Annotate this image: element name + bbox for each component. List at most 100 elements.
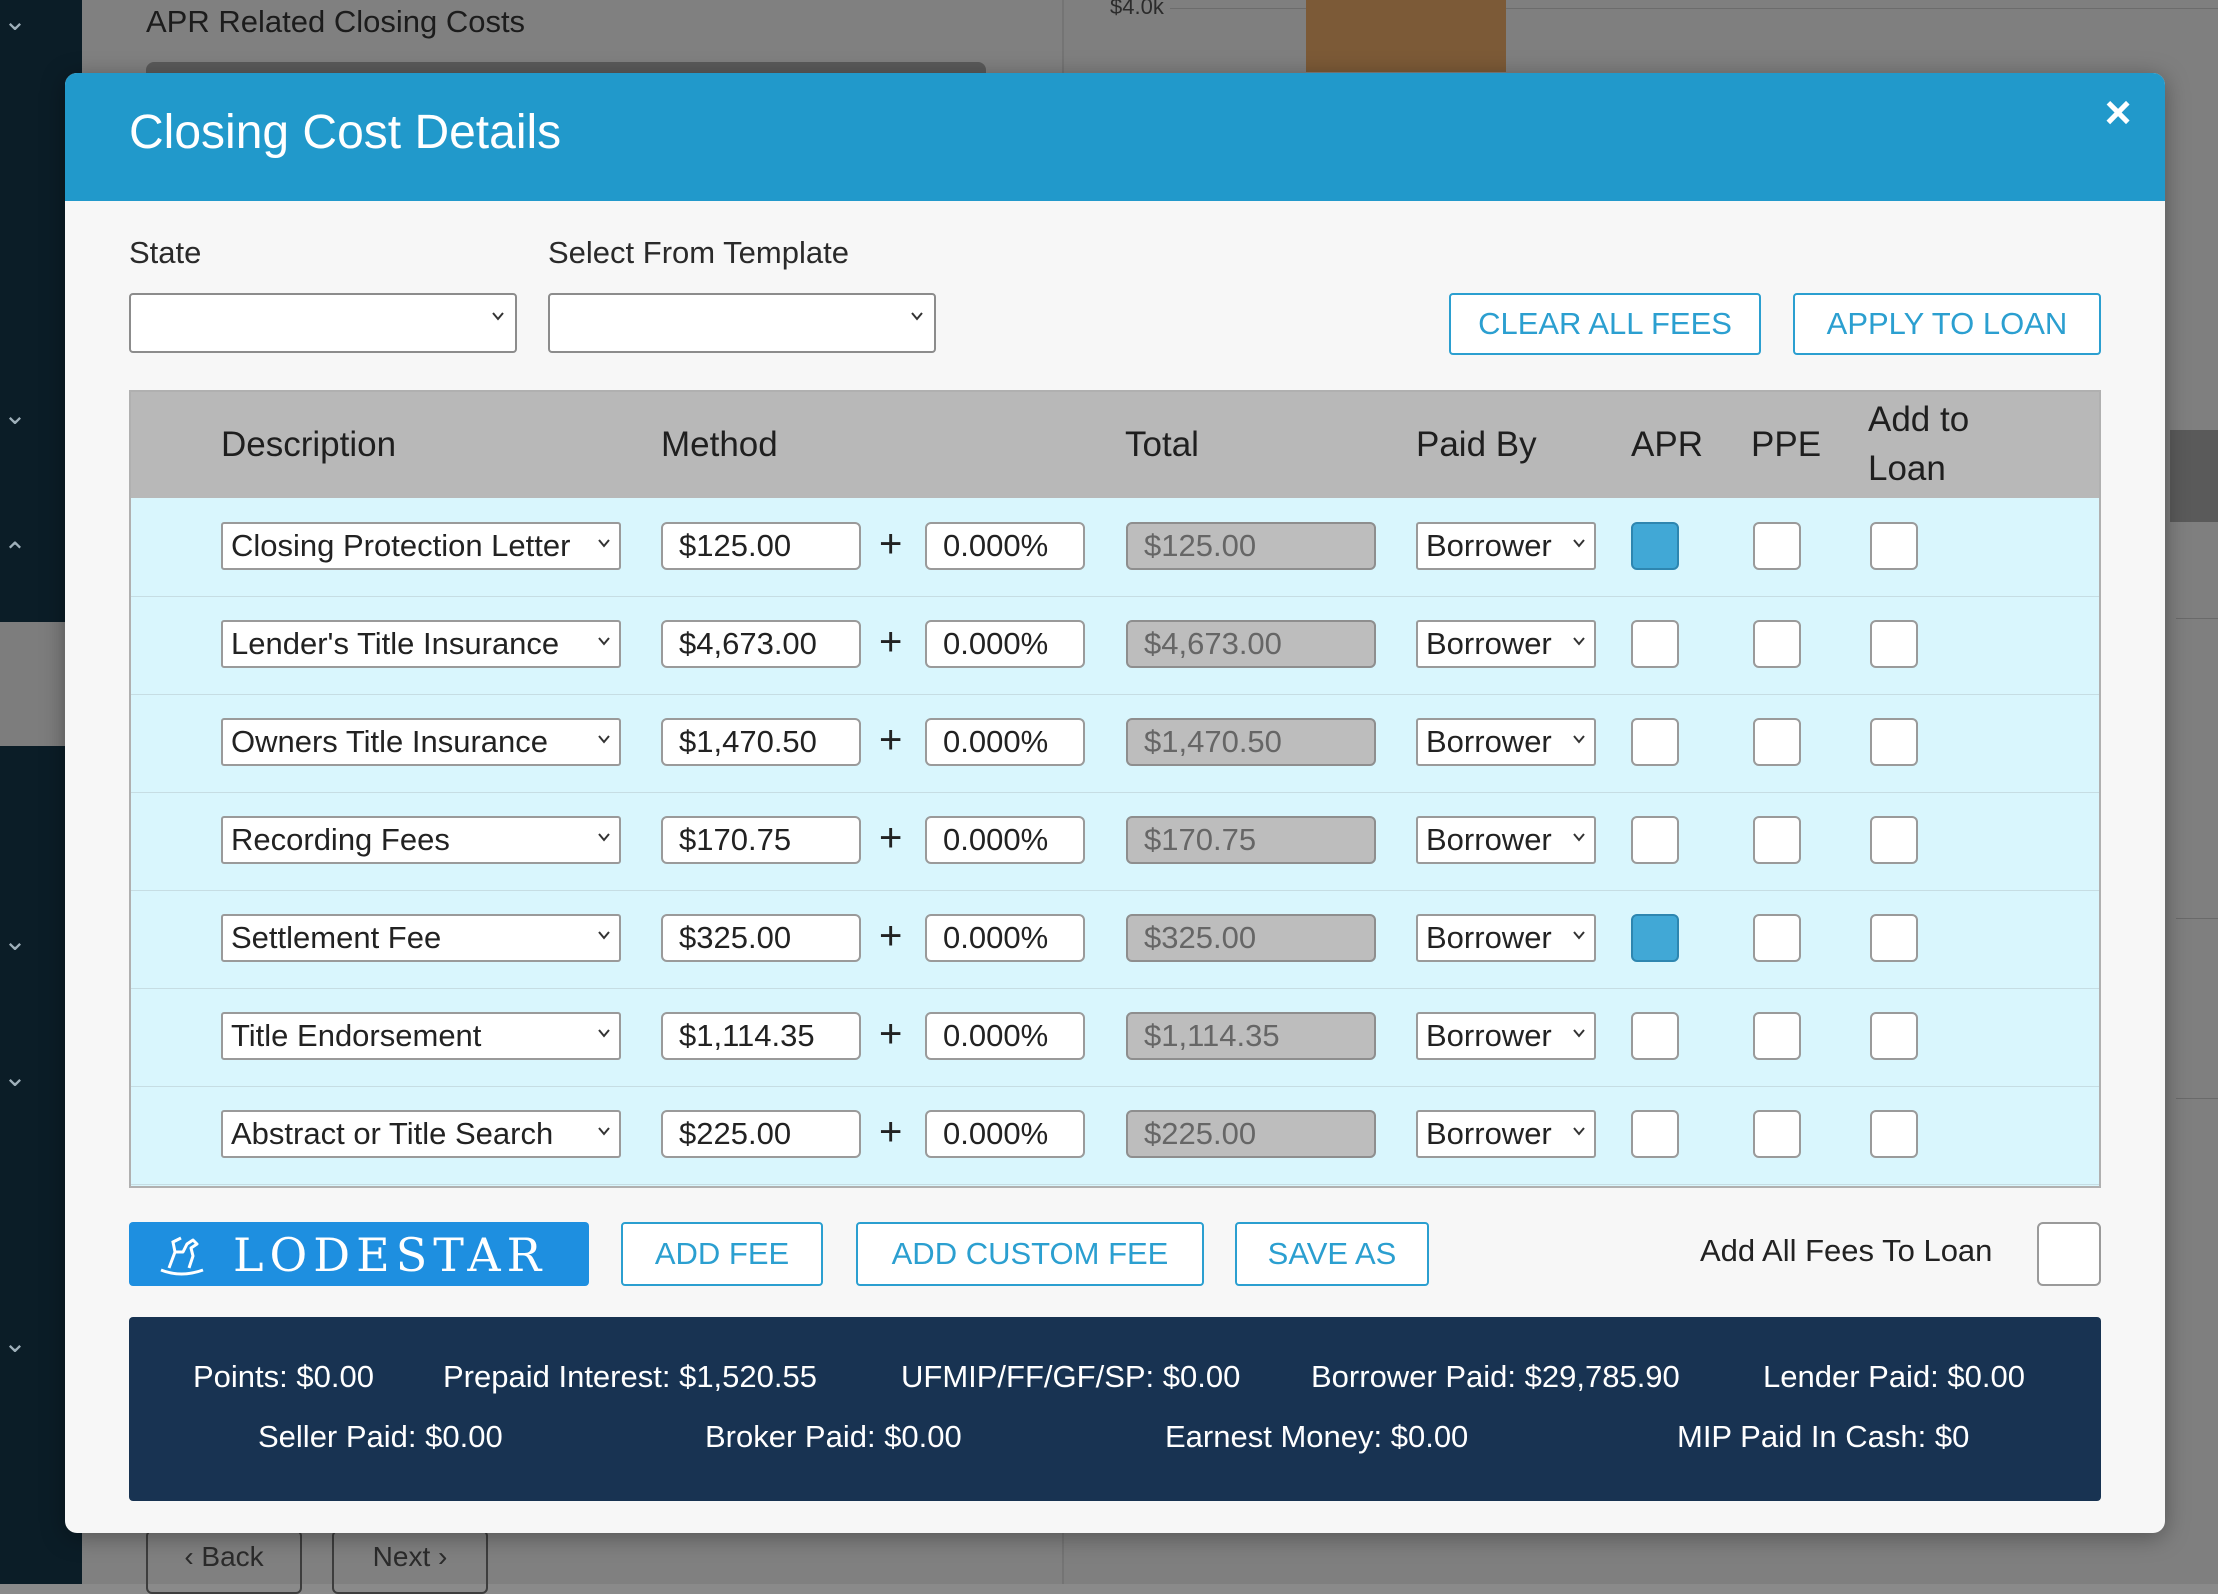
- ppe-checkbox[interactable]: [1753, 1110, 1801, 1158]
- paid-by-select[interactable]: Borrower: [1416, 914, 1596, 962]
- chevron-down-icon: [598, 833, 610, 842]
- close-icon[interactable]: ×: [2093, 87, 2143, 137]
- table-row: Closing Protection Letter $125.00 +0.000% $…: [131, 498, 2099, 597]
- paid-by-select[interactable]: Borrower: [1416, 522, 1596, 570]
- fee-description-select[interactable]: Recording Fees: [221, 816, 621, 864]
- fee-percent-input[interactable]: 0.000%: [925, 816, 1085, 864]
- chevron-down-icon: [598, 735, 610, 744]
- fee-total-field: $125.00: [1126, 522, 1376, 570]
- fee-percent-input[interactable]: 0.000%: [925, 1012, 1085, 1060]
- add-to-loan-checkbox[interactable]: [1870, 1110, 1918, 1158]
- fee-amount-input[interactable]: $225.00: [661, 1110, 861, 1158]
- chevron-down-icon: [598, 539, 610, 548]
- fee-amount-input[interactable]: $1,114.35: [661, 1012, 861, 1060]
- state-label: State: [129, 235, 202, 270]
- add-to-loan-checkbox[interactable]: [1870, 718, 1918, 766]
- apr-checkbox[interactable]: [1631, 522, 1679, 570]
- save-as-button[interactable]: SAVE AS: [1235, 1222, 1429, 1286]
- chevron-down-icon[interactable]: ⌄: [0, 924, 30, 957]
- fee-percent-input[interactable]: 0.000%: [925, 620, 1085, 668]
- col-ppe: PPE: [1751, 425, 1822, 464]
- next-button[interactable]: Next ›: [332, 1530, 488, 1594]
- ppe-checkbox[interactable]: [1753, 914, 1801, 962]
- paid-by-value: Borrower: [1426, 724, 1552, 759]
- paid-by-select[interactable]: Borrower: [1416, 816, 1596, 864]
- table-row: Title Endorsement $1,114.35 +0.000% $1,114.…: [131, 988, 2099, 1087]
- chevron-down-icon[interactable]: ⌄: [0, 398, 30, 431]
- fee-percent-input[interactable]: 0.000%: [925, 522, 1085, 570]
- summary-mip-paid-in-cash: MIP Paid In Cash: $0: [1677, 1419, 1970, 1454]
- fee-description-select[interactable]: Lender's Title Insurance: [221, 620, 621, 668]
- chevron-down-icon: [598, 637, 610, 646]
- fee-amount-input[interactable]: $125.00: [661, 522, 861, 570]
- add-to-loan-checkbox[interactable]: [1870, 914, 1918, 962]
- paid-by-select[interactable]: Borrower: [1416, 620, 1596, 668]
- add-all-fees-checkbox[interactable]: [2037, 1222, 2101, 1286]
- fee-percent-input[interactable]: 0.000%: [925, 914, 1085, 962]
- plus-sign: +: [879, 914, 903, 958]
- paid-by-select[interactable]: Borrower: [1416, 1012, 1596, 1060]
- fee-amount-input[interactable]: $1,470.50: [661, 718, 861, 766]
- apr-checkbox[interactable]: [1631, 816, 1679, 864]
- fee-percent-input[interactable]: 0.000%: [925, 718, 1085, 766]
- paid-by-value: Borrower: [1426, 528, 1552, 563]
- paid-by-select[interactable]: Borrower: [1416, 718, 1596, 766]
- ppe-checkbox[interactable]: [1753, 1012, 1801, 1060]
- apr-checkbox[interactable]: [1631, 914, 1679, 962]
- fee-percent-input[interactable]: 0.000%: [925, 1110, 1085, 1158]
- fee-amount-input[interactable]: $325.00: [661, 914, 861, 962]
- back-button[interactable]: ‹ Back: [146, 1530, 302, 1594]
- state-select[interactable]: [129, 293, 517, 353]
- col-method: Method: [661, 425, 778, 464]
- ppe-checkbox[interactable]: [1753, 620, 1801, 668]
- chevron-down-icon[interactable]: ⌄: [0, 4, 30, 37]
- paid-by-select[interactable]: Borrower: [1416, 1110, 1596, 1158]
- clear-all-fees-button[interactable]: CLEAR ALL FEES: [1449, 293, 1761, 355]
- table-row: Owners Title Insurance $1,470.50 +0.000% $1…: [131, 694, 2099, 793]
- fee-description-select[interactable]: Owners Title Insurance: [221, 718, 621, 766]
- fee-amount-input[interactable]: $4,673.00: [661, 620, 861, 668]
- ppe-checkbox[interactable]: [1753, 522, 1801, 570]
- ppe-checkbox[interactable]: [1753, 816, 1801, 864]
- ppe-checkbox[interactable]: [1753, 718, 1801, 766]
- apr-checkbox[interactable]: [1631, 620, 1679, 668]
- chevron-down-icon: [598, 1127, 610, 1136]
- apr-checkbox[interactable]: [1631, 1012, 1679, 1060]
- fee-description-select[interactable]: Abstract or Title Search: [221, 1110, 621, 1158]
- template-select[interactable]: [548, 293, 936, 353]
- chevron-down-icon[interactable]: ⌄: [0, 1326, 30, 1359]
- add-to-loan-checkbox[interactable]: [1870, 1012, 1918, 1060]
- modal-title: Closing Cost Details: [129, 106, 562, 159]
- summary-points: Points: $0.00: [193, 1359, 374, 1394]
- fee-total-field: $170.75: [1126, 816, 1376, 864]
- background-axis-label: $4.0k: [1110, 0, 1164, 19]
- fee-description-select[interactable]: Closing Protection Letter: [221, 522, 621, 570]
- fee-description-select[interactable]: Settlement Fee: [221, 914, 621, 962]
- col-paid-by: Paid By: [1416, 425, 1537, 464]
- fee-description-select[interactable]: Title Endorsement: [221, 1012, 621, 1060]
- fee-description-value: Abstract or Title Search: [231, 1116, 554, 1151]
- fee-description-value: Recording Fees: [231, 822, 450, 857]
- chevron-down-icon: [598, 931, 610, 940]
- fee-total-field: $325.00: [1126, 914, 1376, 962]
- col-add-to-loan-line2: Loan: [1868, 449, 1946, 488]
- add-fee-button[interactable]: ADD FEE: [621, 1222, 823, 1286]
- fees-table: Description Method Total Paid By APR PPE…: [129, 390, 2101, 1188]
- background-line: [2176, 918, 2218, 919]
- fee-amount-input[interactable]: $170.75: [661, 816, 861, 864]
- chevron-down-icon[interactable]: ⌄: [0, 1060, 30, 1093]
- apr-checkbox[interactable]: [1631, 718, 1679, 766]
- summary-borrower-paid: Borrower Paid: $29,785.90: [1311, 1359, 1680, 1394]
- logo-text: LODESTAR: [233, 1228, 548, 1282]
- plus-sign: +: [879, 718, 903, 762]
- add-to-loan-checkbox[interactable]: [1870, 816, 1918, 864]
- table-header: Description Method Total Paid By APR PPE…: [131, 392, 2099, 498]
- add-to-loan-checkbox[interactable]: [1870, 522, 1918, 570]
- apply-to-loan-button[interactable]: APPLY TO LOAN: [1793, 293, 2101, 355]
- paid-by-value: Borrower: [1426, 626, 1552, 661]
- chevron-up-icon[interactable]: ⌃: [0, 536, 30, 569]
- add-to-loan-checkbox[interactable]: [1870, 620, 1918, 668]
- add-custom-fee-button[interactable]: ADD CUSTOM FEE: [856, 1222, 1204, 1286]
- apr-checkbox[interactable]: [1631, 1110, 1679, 1158]
- paid-by-value: Borrower: [1426, 1116, 1552, 1151]
